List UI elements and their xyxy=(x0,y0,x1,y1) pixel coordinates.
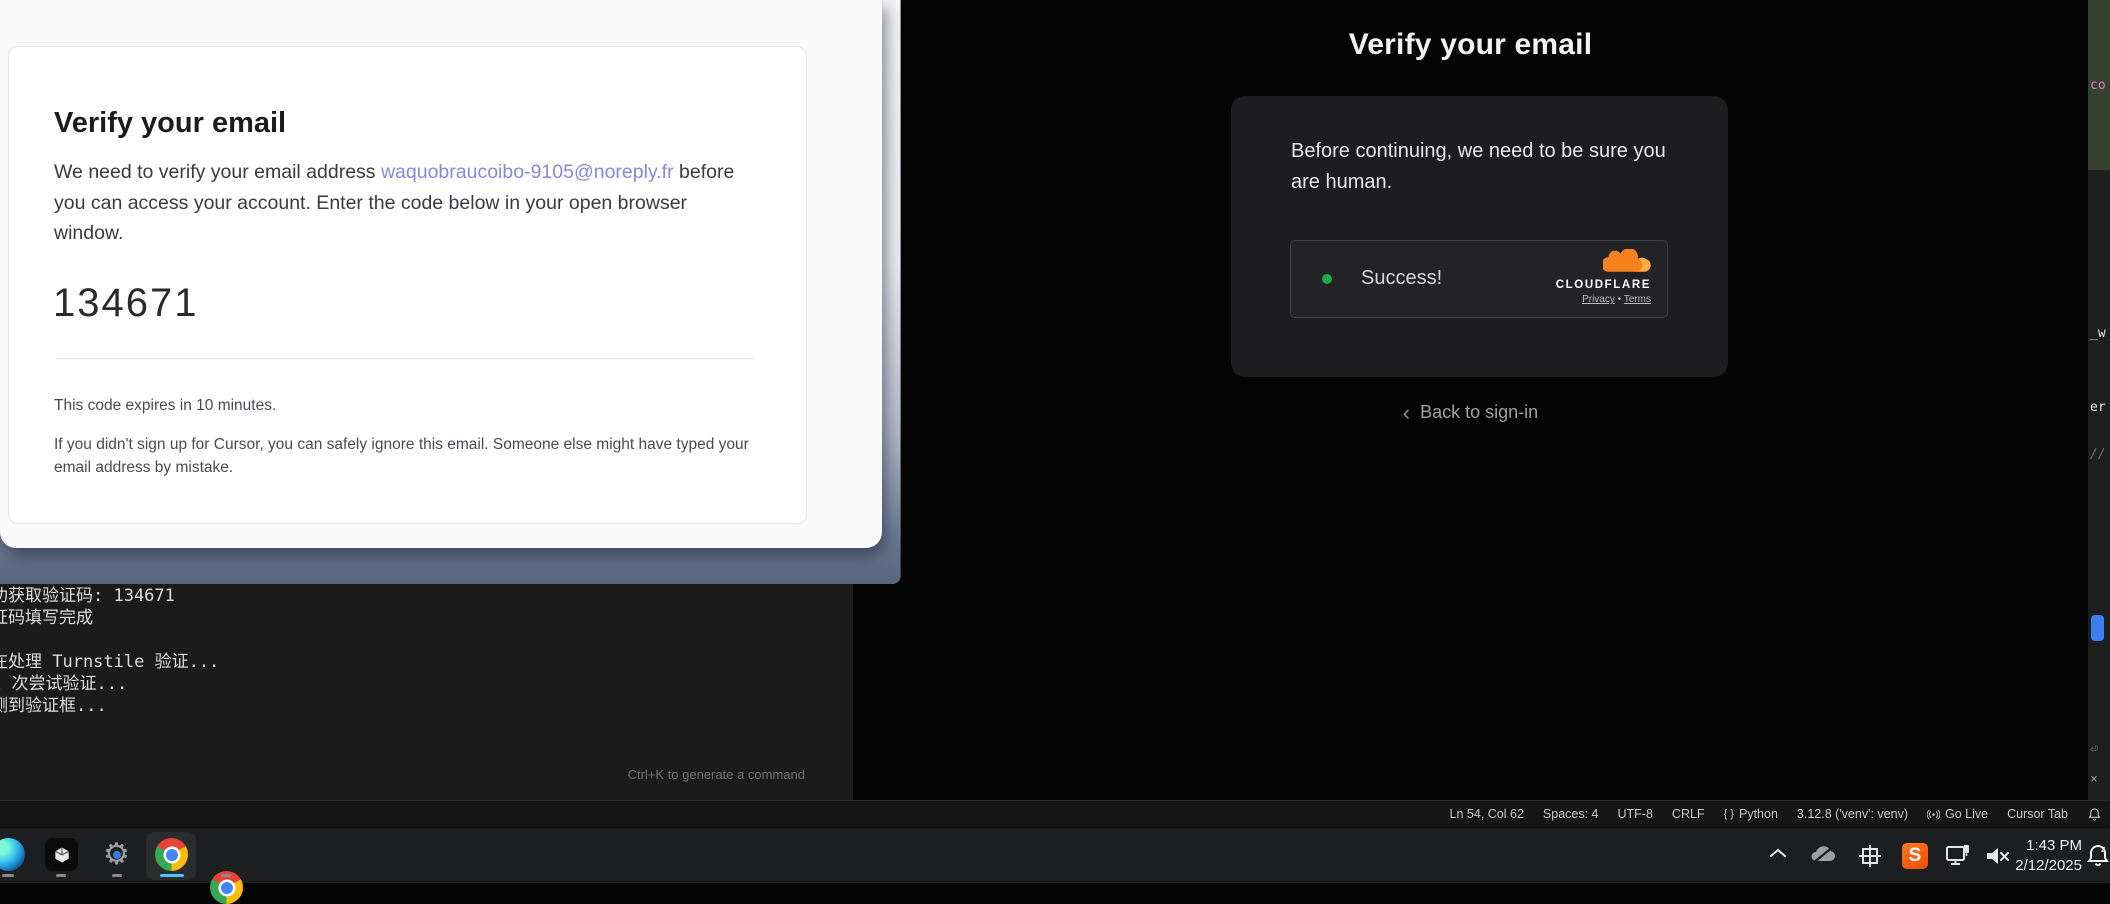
verification-card: Before continuing, we need to be sure yo… xyxy=(1231,96,1728,377)
email-title: Verify your email xyxy=(54,107,286,140)
code-fragment: _w xyxy=(2090,326,2106,341)
cursor-position-indicator[interactable]: Ln 54, Col 62 xyxy=(1450,807,1524,821)
background-editor-sliver: co _w er // ⏎ × xyxy=(2088,0,2110,800)
svg-text:z: z xyxy=(2101,844,2106,854)
edge-taskbar-icon[interactable] xyxy=(0,838,25,871)
terminal-line: 证码填写完成 xyxy=(0,607,219,629)
links-separator: • xyxy=(1618,294,1622,305)
scrollbar-badge[interactable] xyxy=(2091,615,2104,641)
tray-expand-chevron-icon[interactable] xyxy=(1768,846,1788,865)
terminal-line: 功获取验证码: 134671 xyxy=(0,585,219,607)
email-window: Verify your email We need to verify your… xyxy=(0,0,882,548)
turnstile-status: Success! xyxy=(1361,267,1442,290)
ide-status-bar: Ln 54, Col 62 Spaces: 4 UTF-8 CRLF { } P… xyxy=(0,800,2110,827)
verify-page: Verify your email Before continuing, we … xyxy=(853,0,2088,800)
human-check-text: Before continuing, we need to be sure yo… xyxy=(1291,136,1673,198)
active-running-indicator xyxy=(160,874,184,877)
code-fragment: // xyxy=(2090,447,2106,462)
terminal-output: 功获取验证码: 134671证码填写完成在处理 Turnstile 验证...1… xyxy=(0,585,219,717)
email-address-link[interactable]: waquobraucoibo-9105@noreply.fr xyxy=(381,161,674,183)
encoding-indicator[interactable]: UTF-8 xyxy=(1618,807,1653,821)
verification-code: 134671 xyxy=(53,281,198,326)
email-card: Verify your email We need to verify your… xyxy=(8,46,807,524)
cube-app-taskbar-icon[interactable] xyxy=(45,838,78,871)
code-fragment: co xyxy=(2090,78,2106,93)
indentation-indicator[interactable]: Spaces: 4 xyxy=(1543,807,1599,821)
chrome-taskbar-icon-active[interactable] xyxy=(155,838,188,871)
terms-link[interactable]: Terms xyxy=(1624,294,1651,305)
return-icon: ⏎ xyxy=(2090,742,2098,757)
email-body: We need to verify your email address waq… xyxy=(54,157,759,249)
body-prefix: We need to verify your email address xyxy=(54,161,381,183)
braces-icon: { } xyxy=(1724,808,1734,820)
cloudflare-cloud-icon xyxy=(1603,249,1651,273)
clock-date: 2/12/2025 xyxy=(2000,856,2082,876)
eol-indicator[interactable]: CRLF xyxy=(1672,807,1705,821)
chevron-left-icon: ‹ xyxy=(1403,400,1410,425)
divider xyxy=(56,358,753,359)
running-indicator xyxy=(2,874,14,877)
go-live-button[interactable]: Go Live xyxy=(1927,807,1988,821)
terminal-line: 测到验证框... xyxy=(0,695,219,717)
close-icon[interactable]: × xyxy=(2090,772,2098,787)
cloudflare-branding: CLOUDFLARE Privacy • Terms xyxy=(1531,249,1651,305)
terminal-line: 1 次尝试验证... xyxy=(0,673,219,695)
success-dot-icon xyxy=(1322,274,1332,284)
cursor-tab-indicator[interactable]: Cursor Tab xyxy=(2007,807,2068,821)
footer-note: If you didn't sign up for Cursor, you ca… xyxy=(54,434,749,479)
language-mode-indicator[interactable]: { } Python xyxy=(1724,807,1778,821)
expiry-note: This code expires in 10 minutes. xyxy=(54,397,276,415)
windows-taskbar: ⚙ S 1:43 PM 2/12/2025 z xyxy=(0,827,2110,883)
onedrive-offline-icon[interactable] xyxy=(1808,843,1838,872)
sogou-input-icon[interactable]: S xyxy=(1902,843,1928,869)
ctrl-k-hint: Ctrl+K to generate a command xyxy=(580,767,805,782)
terminal-line: 在处理 Turnstile 验证... xyxy=(0,651,219,673)
notifications-button[interactable] xyxy=(2087,807,2102,822)
clock-time: 1:43 PM xyxy=(2000,836,2082,856)
python-interpreter-indicator[interactable]: 3.12.8 ('venv': venv) xyxy=(1797,807,1908,821)
broadcast-icon xyxy=(1927,808,1940,821)
network-icon[interactable] xyxy=(1944,843,1972,874)
notification-bell-dnd-icon[interactable]: z xyxy=(2086,843,2110,874)
terminal-line xyxy=(0,629,219,651)
code-fragment: er xyxy=(2090,400,2106,415)
gear-center xyxy=(113,851,121,859)
running-indicator xyxy=(56,874,66,877)
cloudflare-wordmark: CLOUDFLARE xyxy=(1531,279,1651,291)
running-indicator xyxy=(221,874,231,877)
privacy-link[interactable]: Privacy xyxy=(1582,294,1615,305)
page-title: Verify your email xyxy=(853,28,2088,62)
back-to-sign-in-link[interactable]: ‹ Back to sign-in xyxy=(853,400,2088,426)
running-indicator xyxy=(112,874,122,877)
bell-icon xyxy=(2087,807,2102,822)
turnstile-widget[interactable]: Success! CLOUDFLARE Privacy • Terms xyxy=(1290,240,1668,318)
ime-input-icon[interactable] xyxy=(1858,844,1882,873)
settings-taskbar-icon[interactable]: ⚙ xyxy=(100,838,133,871)
taskbar-clock[interactable]: 1:43 PM 2/12/2025 xyxy=(2000,836,2082,876)
back-link-label: Back to sign-in xyxy=(1420,402,1538,422)
cube-icon xyxy=(52,845,72,865)
